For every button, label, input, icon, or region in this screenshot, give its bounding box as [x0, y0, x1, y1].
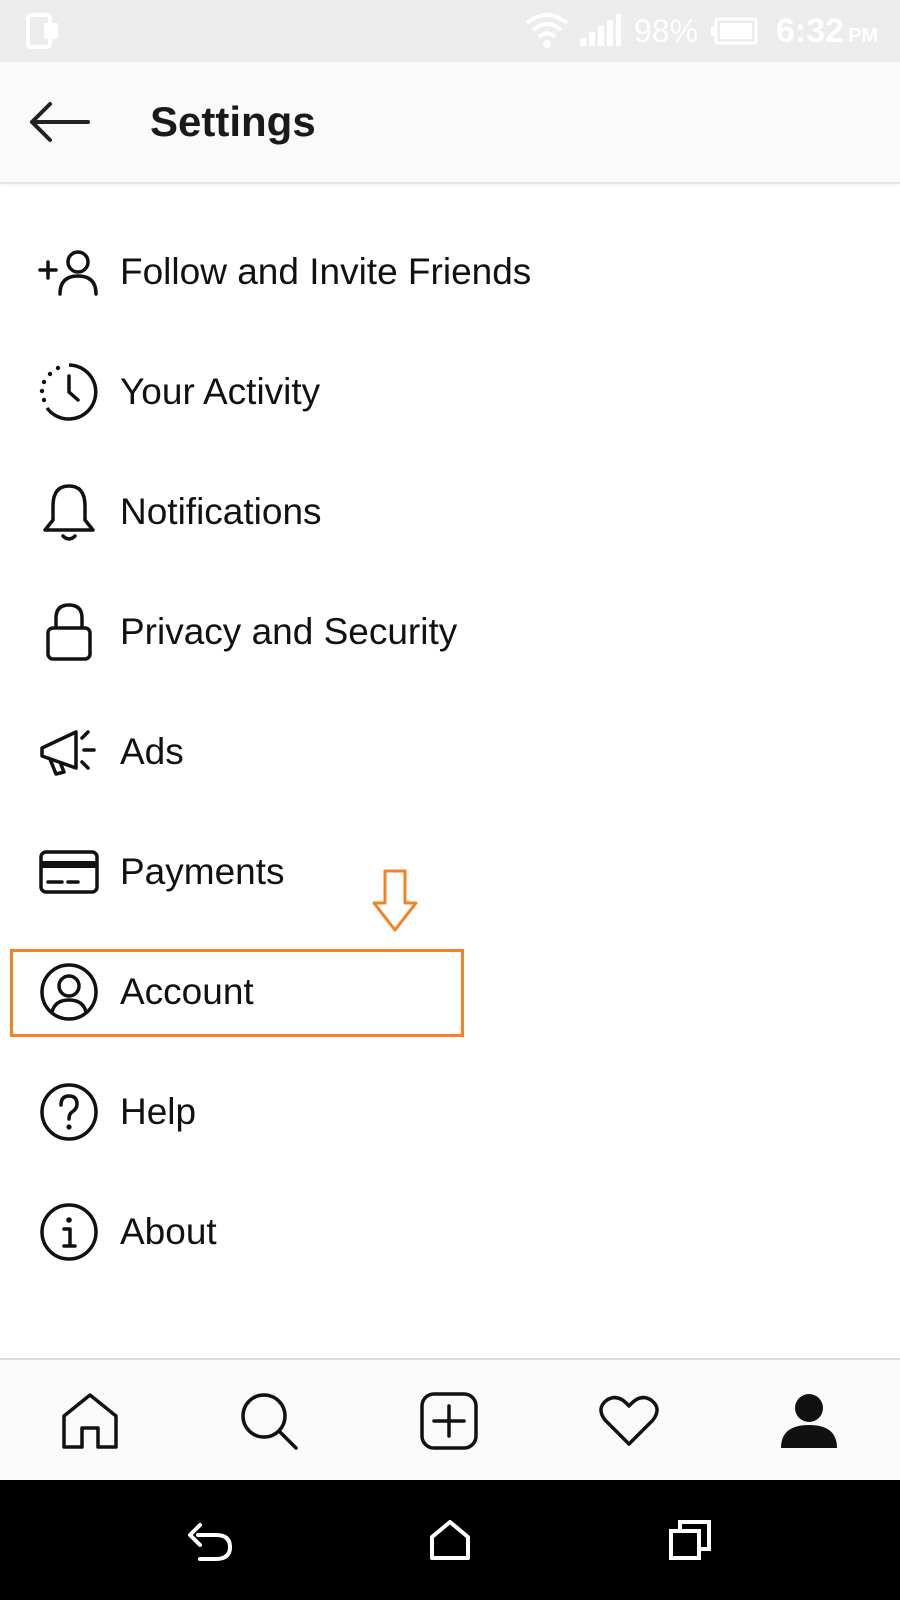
- activity-clock-icon: [38, 362, 100, 422]
- signal-icon: [578, 0, 622, 62]
- heart-icon: [599, 1395, 659, 1446]
- menu-item-payments[interactable]: Payments: [0, 812, 900, 932]
- menu-item-help[interactable]: Help: [0, 1052, 900, 1172]
- page-title: Settings: [150, 98, 316, 145]
- menu-item-label: Your Activity: [120, 371, 321, 412]
- back-button[interactable]: [26, 92, 92, 152]
- tab-new-post[interactable]: [389, 1360, 509, 1482]
- menu-item-label: Notifications: [120, 491, 322, 532]
- menu-item-label: Payments: [120, 851, 285, 892]
- system-recents-button[interactable]: [650, 1500, 730, 1580]
- clock-time: 6:32: [776, 11, 845, 50]
- bottom-tab-bar: [0, 1358, 900, 1482]
- menu-item-notifications[interactable]: Notifications: [0, 452, 900, 572]
- menu-item-account[interactable]: Account: [0, 932, 900, 1052]
- clock: 6:32 PM: [776, 0, 878, 62]
- system-nav-bar: [0, 1480, 900, 1600]
- system-home-button[interactable]: [410, 1500, 490, 1580]
- menu-item-about[interactable]: About: [0, 1172, 900, 1292]
- menu-item-label: Follow and Invite Friends: [120, 251, 532, 292]
- battery-icon: [710, 0, 758, 62]
- home-icon: [430, 1520, 470, 1560]
- bell-icon: [38, 482, 100, 542]
- menu-item-label: Help: [120, 1091, 197, 1132]
- home-icon: [62, 1393, 118, 1449]
- recents-icon: [669, 1520, 711, 1560]
- tab-profile[interactable]: [749, 1360, 869, 1482]
- info-circle-icon: [38, 1202, 100, 1262]
- menu-item-follow-invite[interactable]: Follow and Invite Friends: [0, 212, 900, 332]
- tab-search[interactable]: [209, 1360, 329, 1482]
- back-arrow-icon: [30, 102, 90, 142]
- account-circle-icon: [38, 962, 100, 1022]
- lock-icon: [38, 602, 100, 662]
- wifi-icon: [524, 0, 570, 62]
- tab-activity[interactable]: [569, 1360, 689, 1482]
- search-icon: [241, 1393, 298, 1450]
- system-back-button[interactable]: [170, 1500, 250, 1580]
- menu-item-label: Account: [120, 971, 254, 1012]
- megaphone-icon: [38, 722, 100, 782]
- help-circle-icon: [38, 1082, 100, 1142]
- status-bar: 98% 6:32 PM: [0, 0, 900, 62]
- down-arrow-annotation-icon: [372, 869, 418, 932]
- profile-icon: [781, 1394, 837, 1448]
- menu-item-label: About: [120, 1211, 217, 1252]
- cutoff-section-heading: [38, 1336, 158, 1350]
- add-person-icon: [38, 242, 100, 302]
- tab-home[interactable]: [30, 1360, 150, 1482]
- menu-item-label: Privacy and Security: [120, 611, 458, 652]
- app-header: Settings: [0, 62, 900, 184]
- battery-percent: 98%: [634, 12, 699, 49]
- back-icon: [188, 1523, 233, 1561]
- credit-card-icon: [38, 842, 100, 902]
- menu-item-label: Ads: [120, 731, 184, 772]
- menu-item-privacy-security[interactable]: Privacy and Security: [0, 572, 900, 692]
- settings-menu: Follow and Invite Friends Your Activity …: [0, 212, 900, 1292]
- menu-item-ads[interactable]: Ads: [0, 692, 900, 812]
- device-mode-icon: [26, 0, 60, 62]
- new-post-icon: [420, 1392, 478, 1450]
- clock-ampm: PM: [848, 24, 879, 47]
- menu-item-your-activity[interactable]: Your Activity: [0, 332, 900, 452]
